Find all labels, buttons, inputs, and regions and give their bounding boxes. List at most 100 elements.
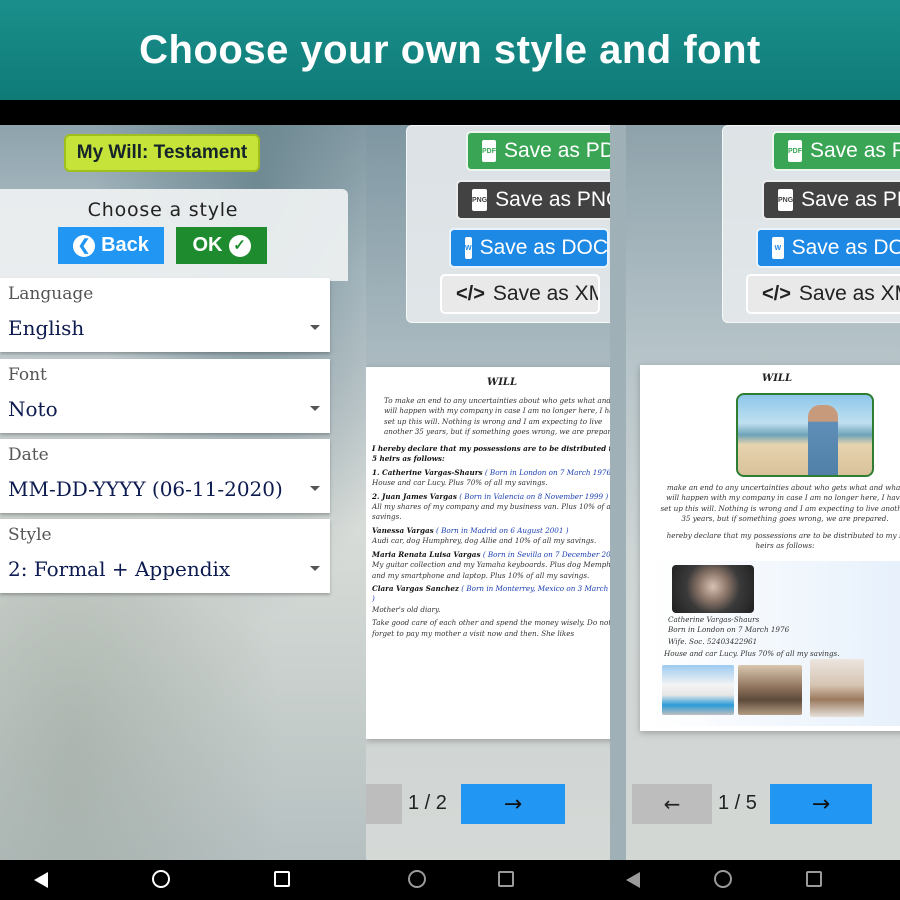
style-label: Style bbox=[8, 525, 52, 545]
document-intro: To make an end to any uncertainties abou… bbox=[384, 396, 610, 437]
arrow-right-icon: → bbox=[811, 791, 831, 817]
nav-recents-icon[interactable] bbox=[806, 871, 822, 887]
dropdown-caret-icon bbox=[310, 406, 320, 411]
heir-ssn: Wife. Soc. 52403422961 bbox=[668, 637, 758, 646]
will-document-preview: WILL To make an end to any uncertainties… bbox=[366, 367, 610, 739]
middle-screen: PDF Save as PDF PNG Save as PNG W Save a… bbox=[366, 125, 610, 860]
page-indicator: 1 / 5 bbox=[718, 792, 757, 814]
choose-style-title: Choose a style bbox=[87, 199, 239, 221]
heir-entry: 1. Catherine Vargas-Shaurs ( Born in Lon… bbox=[372, 468, 610, 489]
document-declaration: hereby declare that my possessions are t… bbox=[666, 531, 900, 551]
language-value: English bbox=[8, 316, 85, 340]
heir-name: 1. Catherine Vargas-Shaurs bbox=[372, 467, 483, 477]
heir-entry: 2. Juan James Vargas ( Born in Valencia … bbox=[372, 492, 610, 523]
arrow-left-circle-icon: ❮ bbox=[73, 234, 96, 257]
check-circle-icon: ✓ bbox=[228, 234, 251, 257]
arrow-left-icon: ← bbox=[663, 792, 681, 816]
heir-born: ( Born in Valencia on 8 November 1999 ) bbox=[459, 491, 609, 501]
left-screen: My Will: Testament Choose a style ❮ Back… bbox=[0, 125, 366, 860]
banner-title: Choose your own style and font bbox=[139, 27, 761, 72]
nav-home-icon[interactable] bbox=[152, 870, 170, 888]
save-xml-button[interactable]: </> Save as XML bbox=[440, 274, 600, 314]
house-photo bbox=[662, 665, 734, 715]
save-pdf-button[interactable]: PDF Save as PDF bbox=[772, 131, 900, 171]
back-button-label: Back bbox=[101, 234, 149, 256]
app-title-chip: My Will: Testament bbox=[64, 134, 260, 172]
document-title: WILL bbox=[762, 373, 792, 384]
dropdown-caret-icon bbox=[310, 486, 320, 491]
heir-text: House and car Lucy. Plus 70% of all my s… bbox=[372, 478, 548, 488]
dropdown-caret-icon bbox=[310, 325, 320, 330]
heir-born: Born in London on 7 March 1976 bbox=[668, 625, 790, 634]
heir-text: House and car Lucy. Plus 70% of all my s… bbox=[664, 649, 840, 658]
doc-file-icon: W bbox=[772, 237, 784, 259]
choose-style-panel: Choose a style ❮ Back OK ✓ bbox=[0, 189, 348, 281]
next-page-button[interactable]: → bbox=[461, 784, 565, 824]
save-pdf-label: Save as PDF bbox=[810, 139, 900, 162]
screen-divider bbox=[610, 125, 626, 860]
prev-page-button[interactable]: ← bbox=[632, 784, 712, 824]
save-doc-label: Save as DOC bbox=[791, 236, 900, 259]
interior-photo bbox=[738, 665, 802, 715]
save-doc-button[interactable]: W Save as DOC bbox=[449, 228, 609, 268]
nav-recents-icon[interactable] bbox=[498, 871, 514, 887]
heir-entry: Vanessa Vargas ( Born in Madrid on 6 Aug… bbox=[372, 526, 610, 547]
png-file-icon: PNG bbox=[472, 189, 488, 211]
heir-born: ( Born in London on 7 March 1976 ) bbox=[484, 467, 610, 477]
date-select[interactable]: Date MM-DD-YYYY (06-11-2020) bbox=[0, 439, 330, 513]
arrow-right-icon: → bbox=[503, 791, 523, 817]
save-png-label: Save as PNG bbox=[801, 188, 900, 211]
language-select[interactable]: Language English bbox=[0, 278, 330, 352]
nav-home-icon[interactable] bbox=[408, 870, 426, 888]
heir-name: 2. Juan James Vargas bbox=[372, 491, 457, 501]
heir-text: All my shares of my company and my busin… bbox=[372, 501, 610, 522]
heir-card: Catherine Vargas-Shaurs Born in London o… bbox=[650, 561, 900, 726]
save-doc-label: Save as DOC bbox=[479, 236, 608, 259]
heir-text: Mother's old diary. bbox=[372, 604, 441, 614]
save-pdf-button[interactable]: PDF Save as PDF bbox=[466, 131, 610, 171]
save-png-button[interactable]: PNG Save as PNG bbox=[456, 180, 610, 220]
document-intro: make an end to any uncertainties about w… bbox=[660, 483, 900, 524]
nav-back-icon[interactable] bbox=[626, 872, 640, 888]
pdf-file-icon: PDF bbox=[788, 140, 802, 162]
save-xml-label: Save as XML bbox=[798, 282, 900, 305]
save-doc-button[interactable]: W Save as DOC bbox=[756, 228, 900, 268]
code-icon: </> bbox=[456, 282, 485, 305]
heir-text: Audi car, dog Humphrey, dog Allie and 10… bbox=[372, 536, 597, 546]
heir-name: Clara Vargas Sanchez bbox=[372, 584, 459, 593]
save-pdf-label: Save as PDF bbox=[504, 139, 610, 162]
heir-born: ( Born in Sevilla on 7 December 2005 ) bbox=[482, 549, 610, 559]
document-closing: Take good care of each other and spend t… bbox=[372, 618, 610, 638]
prev-page-button[interactable] bbox=[366, 784, 402, 824]
document-declaration: I hereby declare that my possessions are… bbox=[372, 443, 610, 464]
testator-photo bbox=[736, 393, 874, 477]
heir-name: Vanessa Vargas bbox=[372, 525, 434, 535]
ok-button[interactable]: OK ✓ bbox=[176, 227, 267, 264]
cat-photo bbox=[810, 659, 864, 717]
save-png-button[interactable]: PNG Save as PNG bbox=[762, 180, 900, 220]
nav-home-icon[interactable] bbox=[714, 870, 732, 888]
save-png-label: Save as PNG bbox=[495, 188, 610, 211]
person-figure bbox=[808, 405, 838, 475]
heir-name: Catherine Vargas-Shaurs bbox=[668, 615, 760, 624]
style-value: 2: Formal + Appendix bbox=[8, 557, 231, 581]
font-value: Noto bbox=[8, 397, 58, 421]
ok-button-label: OK bbox=[192, 234, 223, 256]
right-pager: ← 1 / 5 → bbox=[626, 784, 900, 824]
right-screen: PDF Save as PDF PNG Save as PNG W Save a… bbox=[626, 125, 900, 860]
doc-file-icon: W bbox=[465, 237, 472, 259]
heir-born: ( Born in Madrid on 6 August 2001 ) bbox=[436, 525, 569, 535]
will-document-preview: WILL make an end to any uncertainties ab… bbox=[640, 365, 900, 731]
font-select[interactable]: Font Noto bbox=[0, 359, 330, 433]
page-indicator: 1 / 2 bbox=[408, 792, 447, 814]
date-value: MM-DD-YYYY (06-11-2020) bbox=[8, 477, 283, 501]
nav-back-icon[interactable] bbox=[34, 872, 48, 888]
next-page-button[interactable]: → bbox=[770, 784, 872, 824]
language-label: Language bbox=[8, 284, 94, 304]
back-button[interactable]: ❮ Back bbox=[58, 227, 164, 264]
nav-recents-icon[interactable] bbox=[274, 871, 290, 887]
style-select[interactable]: Style 2: Formal + Appendix bbox=[0, 519, 330, 593]
android-nav-bar bbox=[0, 860, 900, 900]
save-xml-label: Save as XML bbox=[492, 282, 598, 305]
save-xml-button[interactable]: </> Save as XML bbox=[746, 274, 900, 314]
